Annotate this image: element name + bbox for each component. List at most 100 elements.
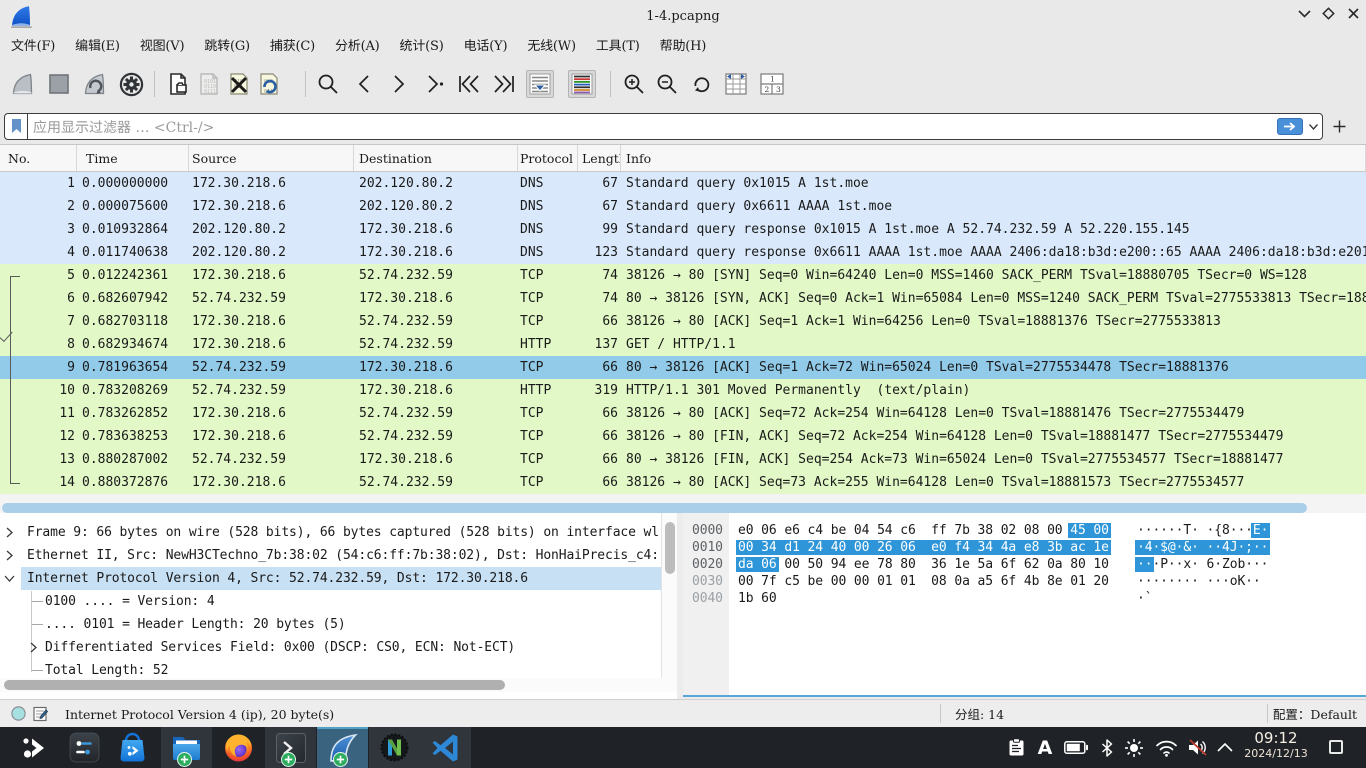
battery-icon[interactable] <box>1062 727 1090 768</box>
neovim-icon[interactable] <box>369 727 420 768</box>
column-header-protocol[interactable]: Protocol <box>518 145 578 171</box>
packet-row-10[interactable]: 100.78320826952.74.232.59172.30.218.6HTT… <box>0 379 1366 402</box>
packet-list-hscrollbar-thumb[interactable] <box>2 503 1307 513</box>
details-vscrollbar-thumb[interactable] <box>665 522 675 574</box>
packet-row-2[interactable]: 20.000075600172.30.218.6202.120.80.2DNS6… <box>0 195 1366 218</box>
hex-row-0010[interactable]: 001000 34 d1 24 40 00 26 06 e0 f4 34 4a … <box>683 539 1366 556</box>
filter-dropdown-chevron[interactable] <box>1306 118 1320 135</box>
menu-item-4[interactable]: 捕获(C) <box>260 30 325 60</box>
detail-line-4[interactable]: .... 0101 = Header Length: 20 bytes (5) <box>0 613 661 636</box>
control-center-icon[interactable] <box>60 727 108 768</box>
bluetooth-icon[interactable] <box>1097 727 1117 768</box>
taskbar-clock[interactable]: 09:12 2024/12/13 <box>1240 727 1312 768</box>
resize-columns-button[interactable] <box>722 70 750 98</box>
close-file-button[interactable]: 010011 <box>225 70 253 98</box>
column-header-time[interactable]: Time <box>77 145 189 171</box>
brightness-icon[interactable] <box>1122 727 1146 768</box>
input-method-icon[interactable]: A <box>1033 727 1057 768</box>
packet-row-5[interactable]: 50.012242361172.30.218.652.74.232.59TCP7… <box>0 264 1366 287</box>
go-to-packet-button[interactable] <box>420 70 448 98</box>
colorize-toggle[interactable] <box>568 70 596 98</box>
detail-line-3[interactable]: 0100 .... = Version: 4 <box>0 590 661 613</box>
column-header-source[interactable]: Source <box>189 145 354 171</box>
auto-scroll-toggle[interactable] <box>526 70 554 98</box>
menu-item-6[interactable]: 统计(S) <box>390 30 454 60</box>
filter-bookmark-icon[interactable] <box>5 114 28 139</box>
column-header-no[interactable]: No. <box>0 145 77 171</box>
details-vscrollbar[interactable] <box>661 513 677 678</box>
menu-item-10[interactable]: 帮助(H) <box>650 30 716 60</box>
column-header-length[interactable]: Length <box>578 145 621 171</box>
vscode-icon[interactable] <box>420 727 471 768</box>
column-header-destination[interactable]: Destination <box>354 145 518 171</box>
menu-item-3[interactable]: 跳转(G) <box>194 30 260 60</box>
menu-item-8[interactable]: 无线(W) <box>517 30 586 60</box>
app-store-icon[interactable] <box>108 727 156 768</box>
detail-line-2[interactable]: Internet Protocol Version 4, Src: 52.74.… <box>0 567 661 590</box>
packet-row-13[interactable]: 130.88028700252.74.232.59172.30.218.6TCP… <box>0 448 1366 471</box>
packet-row-6[interactable]: 60.68260794252.74.232.59172.30.218.6TCP7… <box>0 287 1366 310</box>
go-first-button[interactable] <box>455 70 483 98</box>
menu-item-9[interactable]: 工具(T) <box>586 30 650 60</box>
expander-open-icon[interactable] <box>4 573 15 584</box>
packet-row-11[interactable]: 110.783262852172.30.218.652.74.232.59TCP… <box>0 402 1366 425</box>
zoom-reset-button[interactable] <box>687 70 715 98</box>
terminal-icon[interactable] <box>265 727 316 768</box>
tray-expand-chevron[interactable] <box>1213 727 1237 768</box>
restart-capture-button[interactable] <box>81 70 109 98</box>
menu-item-0[interactable]: 文件(F) <box>1 30 65 60</box>
expander-closed-icon[interactable] <box>4 550 15 561</box>
start-capture-button[interactable] <box>9 70 37 98</box>
capture-comment-icon[interactable] <box>33 706 49 722</box>
details-hscrollbar-thumb[interactable] <box>4 680 505 690</box>
status-profile[interactable]: 配置：Default <box>1273 700 1357 727</box>
clipboard-tray-icon[interactable] <box>1004 727 1028 768</box>
packet-row-9[interactable]: 90.78196365452.74.232.59172.30.218.6TCP6… <box>0 356 1366 379</box>
details-hscrollbar[interactable] <box>0 678 677 692</box>
show-desktop-button[interactable] <box>1329 740 1343 754</box>
menu-item-5[interactable]: 分析(A) <box>325 30 390 60</box>
expert-info-icon[interactable] <box>11 706 26 721</box>
open-file-button[interactable] <box>164 70 192 98</box>
hex-row-0020[interactable]: 0020da 06 00 50 94 ee 78 80 36 1e 5a 6f … <box>683 556 1366 573</box>
packet-row-14[interactable]: 140.880372876172.30.218.652.74.232.59TCP… <box>0 471 1366 494</box>
detail-line-1[interactable]: Ethernet II, Src: NewH3CTechno_7b:38:02 … <box>0 544 661 567</box>
packet-row-12[interactable]: 120.783638253172.30.218.652.74.232.59TCP… <box>0 425 1366 448</box>
expander-closed-icon[interactable] <box>28 642 39 653</box>
detail-line-6[interactable]: Total Length: 52 <box>0 659 661 678</box>
stop-capture-button[interactable] <box>45 70 73 98</box>
go-forward-button[interactable] <box>384 70 412 98</box>
go-back-button[interactable] <box>351 70 379 98</box>
volume-muted-icon[interactable] <box>1184 727 1210 768</box>
packet-bytes-pane[interactable]: 0000e0 06 e6 c4 be 04 54 c6 ff 7b 38 02 … <box>683 513 1366 697</box>
packet-row-7[interactable]: 70.682703118172.30.218.652.74.232.59TCP6… <box>0 310 1366 333</box>
reload-file-button[interactable]: 010011 <box>255 70 283 98</box>
hex-row-0040[interactable]: 00401b 60·` <box>683 590 1366 607</box>
packet-list-hscrollbar[interactable] <box>0 494 1366 513</box>
go-last-button[interactable] <box>490 70 518 98</box>
menu-item-2[interactable]: 视图(V) <box>130 30 195 60</box>
zoom-in-button[interactable] <box>620 70 648 98</box>
packet-row-3[interactable]: 30.010932864202.120.80.2172.30.218.6DNS9… <box>0 218 1366 241</box>
save-file-button[interactable]: 010101100111 <box>195 70 223 98</box>
zoom-out-button[interactable] <box>653 70 681 98</box>
column-header-info[interactable]: Info <box>621 145 1366 171</box>
layout-chooser-button[interactable]: 123 <box>758 70 786 98</box>
close-button[interactable] <box>1341 0 1365 27</box>
expander-closed-icon[interactable] <box>4 527 15 538</box>
filter-apply-button[interactable] <box>1277 118 1303 135</box>
packet-row-4[interactable]: 40.011740638202.120.80.2172.30.218.6DNS1… <box>0 241 1366 264</box>
menu-item-7[interactable]: 电话(Y) <box>454 30 518 60</box>
packet-details-pane[interactable]: Frame 9: 66 bytes on wire (528 bits), 66… <box>0 513 661 678</box>
capture-options-button[interactable] <box>117 70 145 98</box>
packet-row-8[interactable]: 80.682934674172.30.218.652.74.232.59HTTP… <box>0 333 1366 356</box>
wireshark-taskbar-icon[interactable] <box>317 727 368 768</box>
hex-row-0030[interactable]: 003000 7f c5 be 00 00 01 01 08 0a a5 6f … <box>683 573 1366 590</box>
filter-add-button[interactable] <box>1330 113 1348 140</box>
wifi-icon[interactable] <box>1152 727 1180 768</box>
display-filter-input[interactable] <box>28 117 1277 137</box>
launcher-icon[interactable] <box>10 727 58 768</box>
detail-line-5[interactable]: Differentiated Services Field: 0x00 (DSC… <box>0 636 661 659</box>
find-packet-button[interactable] <box>314 70 342 98</box>
firefox-icon[interactable] <box>213 727 264 768</box>
